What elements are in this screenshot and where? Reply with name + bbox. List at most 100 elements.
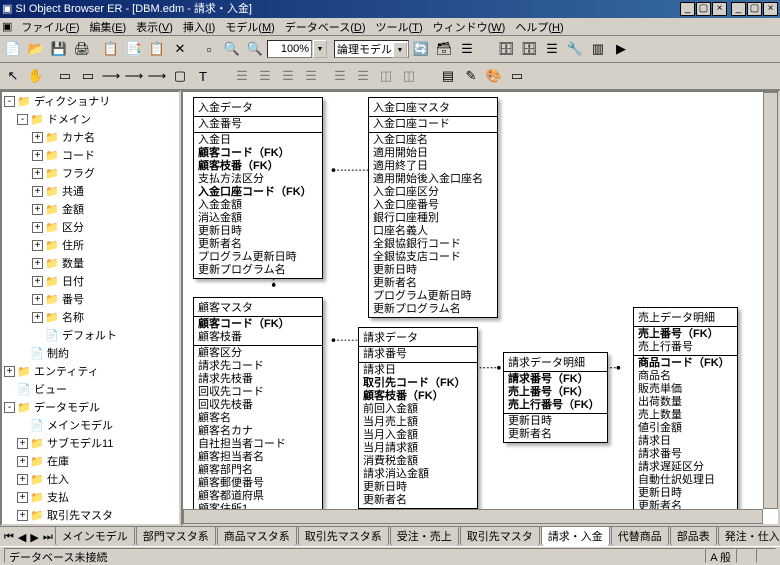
- tree-node[interactable]: +📁コード: [2, 146, 179, 164]
- view-icon[interactable]: ▭: [77, 65, 99, 87]
- columns-icon[interactable]: ▥: [587, 38, 609, 60]
- child-close-button[interactable]: ×: [763, 2, 778, 16]
- menu-i[interactable]: 挿入(I): [178, 18, 220, 36]
- align3-icon[interactable]: ☰: [277, 65, 299, 87]
- tree-node[interactable]: +📁住所: [2, 236, 179, 254]
- entity-uriage_mei[interactable]: 売上データ明細売上番号（FK）売上行番号商品コード（FK）商品名販売単価出荷数量…: [633, 307, 738, 515]
- size2-icon[interactable]: ◫: [398, 65, 420, 87]
- save-icon[interactable]: 💾: [48, 38, 70, 60]
- tree-node[interactable]: +📁サブモデル11: [2, 434, 179, 452]
- db-forward-icon[interactable]: 🗄: [518, 38, 540, 60]
- hand-icon[interactable]: ✋: [25, 65, 47, 87]
- box-icon[interactable]: ▢: [169, 65, 191, 87]
- menu-e[interactable]: 編集(E): [84, 18, 131, 36]
- entity-kokyaku[interactable]: 顧客マスタ顧客コード（FK）顧客枝番顧客区分請求先コード請求先枝番回収先コード回…: [193, 297, 323, 526]
- zoom-fit-icon[interactable]: ▫: [198, 38, 220, 60]
- distribute2-icon[interactable]: ☰: [352, 65, 374, 87]
- wrench-icon[interactable]: 🔧: [564, 38, 586, 60]
- print-icon[interactable]: 🖨: [71, 38, 93, 60]
- tree-node[interactable]: +📁名称: [2, 308, 179, 326]
- tab-item[interactable]: 取引先マスタ: [460, 526, 540, 546]
- maximize-button[interactable]: ▢: [696, 2, 711, 16]
- tree-node[interactable]: +📁番号: [2, 290, 179, 308]
- tab-item[interactable]: 代替商品: [611, 526, 669, 546]
- filter-icon[interactable]: ☰: [456, 38, 478, 60]
- tree-node[interactable]: -📁データモデル: [2, 398, 179, 416]
- tree-node[interactable]: 📄デフォルト: [2, 326, 179, 344]
- entity-seikyu_data[interactable]: 請求データ請求番号請求日取引先コード（FK）顧客枝番（FK）前回入金額当月売上額…: [358, 327, 478, 509]
- relation3-icon[interactable]: ⟶: [146, 65, 168, 87]
- erd-scrollbar-v[interactable]: [763, 92, 778, 509]
- tab-nav-prev[interactable]: ◀: [16, 529, 28, 546]
- run-icon[interactable]: ▶: [610, 38, 632, 60]
- erd-scrollbar-h[interactable]: [183, 509, 763, 524]
- sheet-icon[interactable]: ▤: [437, 65, 459, 87]
- menu-f[interactable]: ファイル(F): [16, 18, 84, 36]
- tree-node[interactable]: +📁数量: [2, 254, 179, 272]
- tree-node[interactable]: 📄ビュー: [2, 380, 179, 398]
- zoom-out-icon[interactable]: 🔍: [244, 38, 266, 60]
- tab-nav-next[interactable]: ▶: [28, 529, 40, 546]
- menu-d[interactable]: データベース(D): [280, 18, 371, 36]
- tab-item[interactable]: 請求・入金: [541, 526, 610, 546]
- relation2-icon[interactable]: ⟶: [123, 65, 145, 87]
- list-icon[interactable]: ☰: [541, 38, 563, 60]
- tree-node[interactable]: +📁支払: [2, 488, 179, 506]
- align4-icon[interactable]: ☰: [300, 65, 322, 87]
- entity-nyukin_kouza[interactable]: 入金口座マスタ入金口座コード入金口座名適用開始日適用終了日適用開始後入金口座名入…: [368, 97, 498, 318]
- tab-item[interactable]: 部品表: [670, 526, 717, 546]
- refresh-icon[interactable]: 🔄: [410, 38, 432, 60]
- tree-node[interactable]: -📁ドメイン: [2, 110, 179, 128]
- distribute1-icon[interactable]: ☰: [329, 65, 351, 87]
- menu-w[interactable]: ウィンドウ(W): [428, 18, 511, 36]
- menu-m[interactable]: モデル(M): [220, 18, 280, 36]
- window-icon[interactable]: ▭: [506, 65, 528, 87]
- tab-item[interactable]: メインモデル: [55, 526, 135, 546]
- menu-v[interactable]: 表示(V): [131, 18, 178, 36]
- tab-nav-last[interactable]: ⏭: [41, 529, 55, 546]
- db-reverse-icon[interactable]: 🗄: [495, 38, 517, 60]
- zoom-dropdown[interactable]: ▼: [313, 40, 327, 58]
- close-button[interactable]: ×: [712, 2, 727, 16]
- dictionary-tree[interactable]: -📁ディクショナリ-📁ドメイン+📁カナ名+📁コード+📁フラグ+📁共通+📁金額 +📁…: [0, 90, 181, 526]
- menu-h[interactable]: ヘルプ(H): [510, 18, 568, 36]
- pointer-icon[interactable]: ↖: [2, 65, 24, 87]
- db-icon[interactable]: 🗃: [433, 38, 455, 60]
- model-type-combo[interactable]: 論理モデル: [334, 40, 409, 58]
- align2-icon[interactable]: ☰: [254, 65, 276, 87]
- tree-node[interactable]: +📁共通: [2, 182, 179, 200]
- text-icon[interactable]: T: [192, 65, 214, 87]
- tree-node[interactable]: +📁フラグ: [2, 164, 179, 182]
- zoom-in-icon[interactable]: 🔍: [221, 38, 243, 60]
- erd-canvas[interactable]: 入金データ入金番号入金日顧客コード（FK）顧客枝番（FK）支払方法区分入金口座コ…: [181, 90, 780, 526]
- tab-item[interactable]: 発注・仕入: [718, 526, 780, 546]
- size1-icon[interactable]: ◫: [375, 65, 397, 87]
- copy-icon[interactable]: 📋: [100, 38, 122, 60]
- zoom-input[interactable]: [267, 40, 312, 58]
- tab-item[interactable]: 部門マスタ系: [136, 526, 216, 546]
- tab-item[interactable]: 商品マスタ系: [217, 526, 297, 546]
- tab-item[interactable]: 取引先マスタ系: [298, 526, 389, 546]
- tree-node[interactable]: -📁ディクショナリ: [2, 92, 179, 110]
- tree-node[interactable]: +📁取引先マスタ: [2, 506, 179, 524]
- open-icon[interactable]: 📂: [25, 38, 47, 60]
- palette-icon[interactable]: 🎨: [483, 65, 505, 87]
- relation1-icon[interactable]: ⟶: [100, 65, 122, 87]
- clipboard-icon[interactable]: 📋: [146, 38, 168, 60]
- entity-nyukin_data[interactable]: 入金データ入金番号入金日顧客コード（FK）顧客枝番（FK）支払方法区分入金口座コ…: [193, 97, 323, 279]
- tab-nav-first[interactable]: ⏮: [2, 529, 16, 546]
- minimize-button[interactable]: _: [680, 2, 695, 16]
- tree-node[interactable]: +📁仕入: [2, 470, 179, 488]
- tree-node[interactable]: +📁在庫: [2, 452, 179, 470]
- tree-node[interactable]: +📁エンティティ: [2, 362, 179, 380]
- tree-node[interactable]: 📄メインモデル: [2, 416, 179, 434]
- align1-icon[interactable]: ☰: [231, 65, 253, 87]
- new-icon[interactable]: 📄: [2, 38, 24, 60]
- child-maximize-button[interactable]: ▢: [747, 2, 762, 16]
- tree-node[interactable]: +📁カナ名: [2, 128, 179, 146]
- tree-node[interactable]: +📁日付: [2, 272, 179, 290]
- paste-icon[interactable]: 📑: [123, 38, 145, 60]
- menu-t[interactable]: ツール(T): [371, 18, 428, 36]
- tab-item[interactable]: 受注・売上: [390, 526, 459, 546]
- tree-node[interactable]: +📁金額: [2, 200, 179, 218]
